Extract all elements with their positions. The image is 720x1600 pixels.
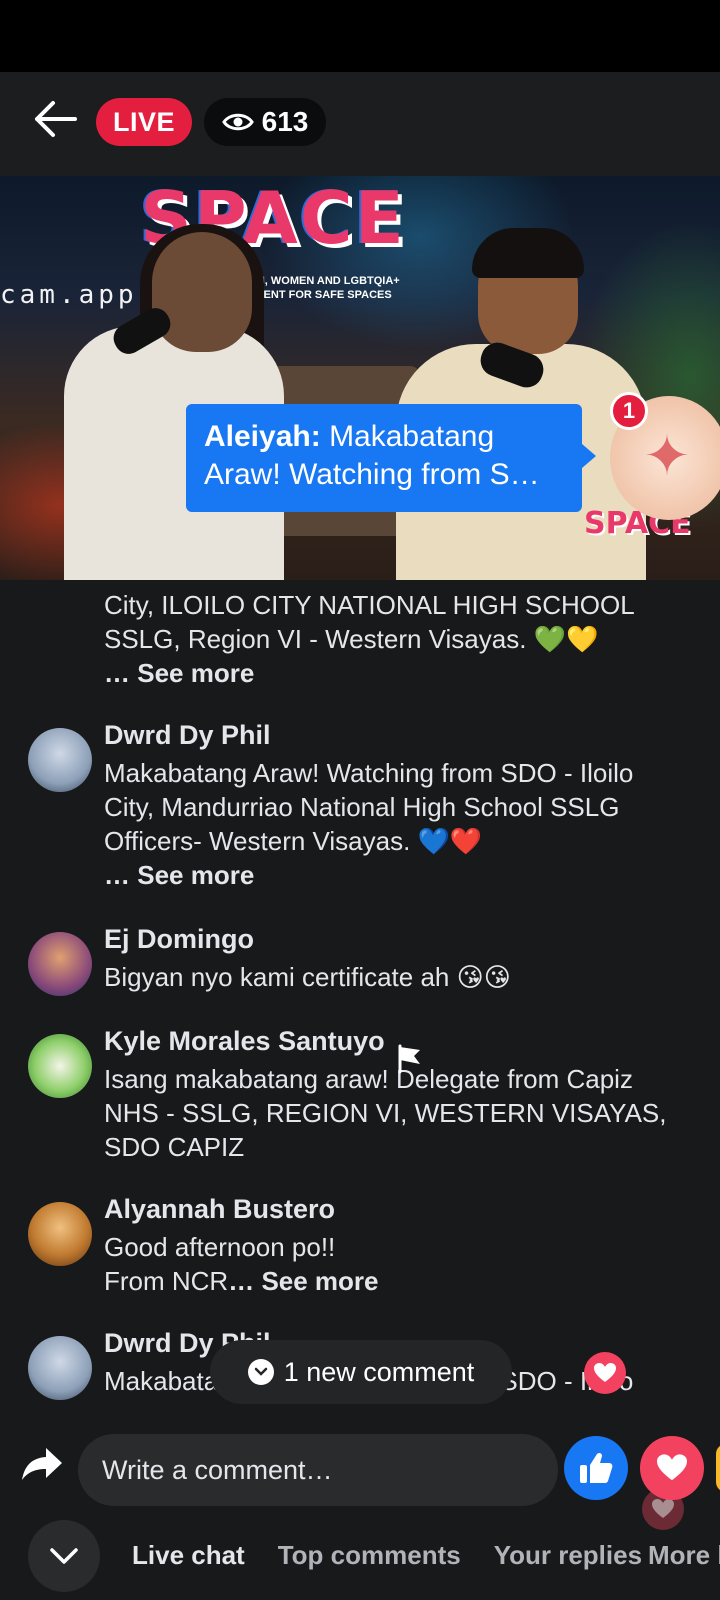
tab-top-comments[interactable]: Top comments [278,1540,461,1580]
tab-live-chat[interactable]: Live chat [132,1540,245,1580]
see-more-link[interactable]: … See more [104,658,254,688]
notification-badge: 1 [610,392,648,430]
collapse-chat-button[interactable] [28,1520,100,1592]
viewer-count: 613 [261,106,309,137]
heart-icon [657,1454,687,1481]
commenter-name[interactable]: Alyannah Bustero [104,1194,335,1225]
host-left-face [152,232,252,352]
haha-reaction-button[interactable] [716,1444,720,1492]
commenter-name[interactable]: Ej Domingo [104,924,254,955]
chevron-down-icon [50,1548,78,1564]
avatar[interactable] [28,1202,92,1266]
chevron-down-icon [247,1359,274,1385]
watermark: cam.app [0,280,138,310]
comment-text: From NCR [104,1266,229,1296]
back-button[interactable] [30,96,82,142]
comment-text: Makabatang Araw! Watching from SDO - Ilo… [104,758,634,856]
see-more-link[interactable]: … See more [228,1266,378,1296]
comment-text: Good afternoon po!! [104,1232,336,1262]
comment-text: Isang makabatang araw! Delegate from Cap… [104,1064,667,1162]
see-more-link[interactable]: … See more [104,860,254,890]
new-comment-button[interactable]: 1 new comment [210,1340,512,1404]
comment-input[interactable]: Write a comment… [78,1434,558,1506]
avatar[interactable] [28,728,92,792]
chat-tabs: Live chat Top comments Your replies [132,1540,642,1580]
tab-your-replies[interactable]: Your replies [494,1540,642,1580]
floating-heart-icon [584,1352,626,1394]
share-button[interactable] [18,1440,66,1488]
avatar[interactable] [28,1034,92,1098]
avatar[interactable] [28,932,92,996]
comments-list[interactable]: City, ILOILO CITY NATIONAL HIGH SCHOOL S… [0,580,720,1420]
tab-more[interactable]: More l [648,1540,720,1580]
live-video[interactable]: SPACE OF MEN, WOMEN AND LGBTQIA+ MOVEMEN… [0,176,720,580]
back-arrow-icon [35,101,77,137]
viewer-count-badge: 613 [204,98,326,146]
commenter-name[interactable]: Dwrd Dy Phil [104,720,271,751]
commenter-name[interactable]: Kyle Morales Santuyo [104,1026,385,1057]
phoenix-icon: ✦ [643,424,691,487]
featured-comment-author: Aleiyah: [204,420,321,453]
like-reaction-button[interactable] [564,1436,628,1500]
thumbs-up-icon [580,1452,613,1483]
status-bar [0,0,720,72]
comment-text: Bigyan nyo kami certificate ah 😘😘 [104,962,511,992]
love-reaction-button[interactable] [640,1436,704,1500]
avatar[interactable] [28,1336,92,1400]
eye-icon [221,113,254,131]
comment-text: City, ILOILO CITY NATIONAL HIGH SCHOOL S… [104,590,634,654]
live-badge: LIVE [96,98,192,146]
share-icon [22,1448,62,1480]
featured-comment-bubble[interactable]: Aleiyah: Makabatang Araw! Watching from … [186,404,596,512]
new-comment-label: 1 new comment [283,1356,475,1387]
top-fan-flag-icon [398,1044,420,1074]
host-right-hair [472,228,584,278]
